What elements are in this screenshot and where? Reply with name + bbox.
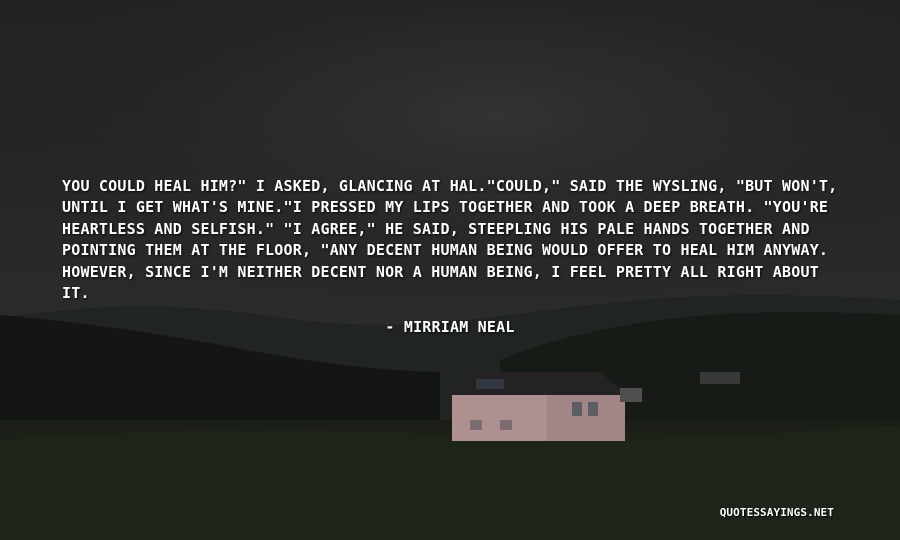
quote-author: - Mirriam Neal [385,318,515,336]
site-watermark: QUOTESSAYINGS.NET [719,506,834,519]
quote-text: You could heal him?" I asked, glancing a… [62,177,838,303]
